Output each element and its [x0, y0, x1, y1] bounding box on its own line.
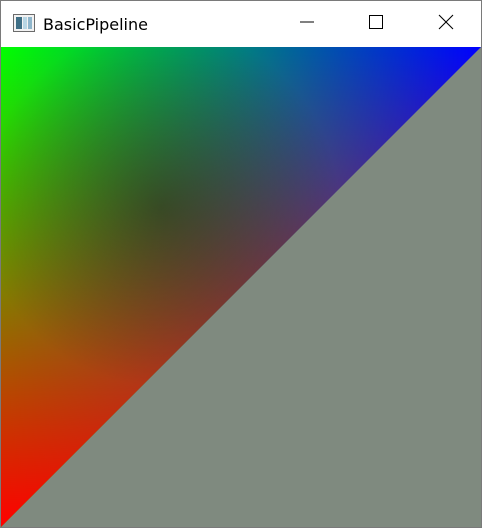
app-icon: [13, 14, 35, 32]
minimize-icon: [299, 14, 315, 34]
window-title: BasicPipeline: [43, 15, 148, 34]
maximize-button[interactable]: [353, 1, 399, 47]
maximize-icon: [368, 14, 384, 34]
render-canvas: [1, 47, 481, 527]
app-window: BasicPipeline: [0, 0, 482, 528]
close-button[interactable]: [423, 1, 469, 47]
minimize-button[interactable]: [284, 1, 330, 47]
render-viewport: [1, 47, 481, 527]
title-bar[interactable]: BasicPipeline: [1, 1, 481, 47]
close-icon: [438, 14, 454, 34]
